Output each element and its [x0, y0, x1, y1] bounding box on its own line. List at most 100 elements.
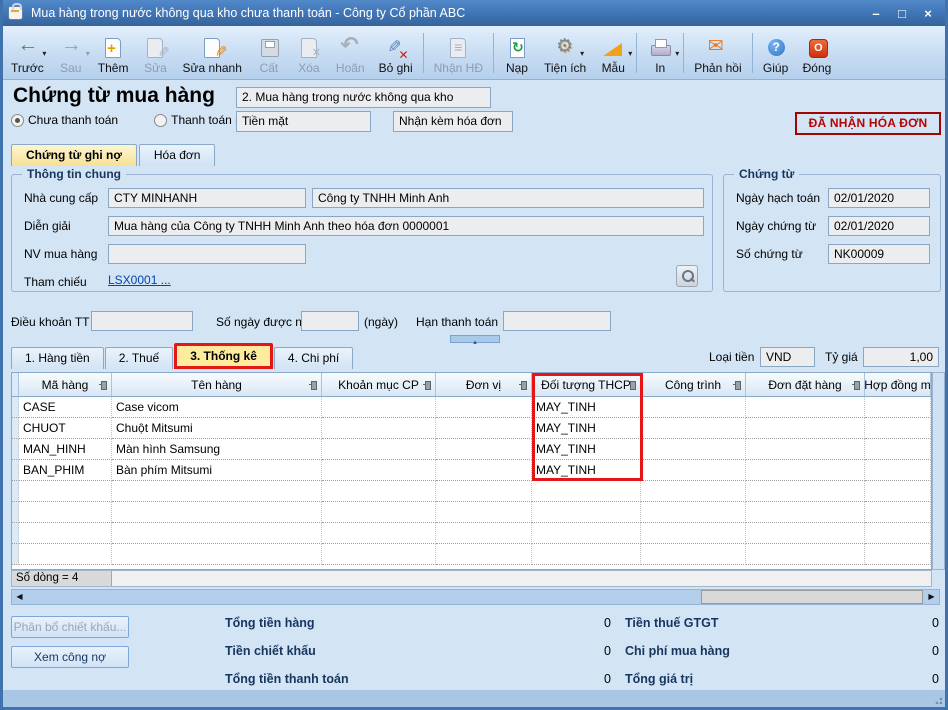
allocate-discount-button[interactable]: Phân bổ chiết khấu...: [11, 616, 129, 638]
table-row[interactable]: CHUOT Chuột Mitsumi MAY_TINH: [12, 418, 931, 439]
doc-no-field[interactable]: NK00009: [828, 244, 930, 264]
tab-expenses[interactable]: 4. Chi phí: [274, 347, 353, 369]
posting-date-field[interactable]: 02/01/2020: [828, 188, 930, 208]
toolbar-button-edit[interactable]: Sửa: [135, 28, 175, 78]
pin-icon[interactable]: [519, 381, 528, 389]
exchange-rate-field[interactable]: 1,00: [863, 347, 939, 367]
column-header-cong-trinh[interactable]: Công trình: [641, 373, 746, 397]
close-button[interactable]: ×: [920, 6, 936, 21]
pin-icon[interactable]: [423, 381, 432, 389]
reference-lookup-button[interactable]: [676, 265, 698, 287]
supplier-name-field[interactable]: Công ty TNHH Minh Anh: [312, 188, 704, 208]
resize-grip-icon[interactable]: [933, 695, 942, 704]
cell-ten-hang[interactable]: Case vicom: [112, 397, 322, 418]
toolbar-button-print[interactable]: ▾ In: [640, 28, 680, 78]
toolbar-button-quick-edit[interactable]: Sửa nhanh: [175, 28, 248, 78]
column-header-khoan-muc-cp[interactable]: Khoản mục CP: [322, 373, 436, 397]
pin-icon[interactable]: [852, 381, 861, 389]
toolbar-button-close-form[interactable]: Đóng: [796, 28, 839, 78]
scrollbar-thumb[interactable]: [701, 590, 923, 604]
toolbar-button-prev[interactable]: ▾ Trước: [4, 28, 51, 78]
cell-ma-hang[interactable]: CHUOT: [19, 418, 112, 439]
column-header-don-dat-hang[interactable]: Đơn đặt hàng: [746, 373, 865, 397]
column-header-doi-tuong-thcp[interactable]: Đối tượng THCP: [532, 373, 641, 397]
credit-days-field[interactable]: [301, 311, 359, 331]
tab-debit-document[interactable]: Chứng từ ghi nợ: [11, 144, 137, 166]
toolbar-button-reload[interactable]: Nạp: [497, 28, 537, 78]
chevron-down-icon[interactable]: ▾: [628, 49, 632, 58]
view-debt-button[interactable]: Xem công nợ: [11, 646, 129, 668]
empty-row[interactable]: [12, 544, 931, 565]
radio-unpaid[interactable]: Chưa thanh toán: [11, 113, 118, 127]
table-row[interactable]: BAN_PHIM Bàn phím Mitsumi MAY_TINH: [12, 460, 931, 481]
cell-doi-tuong-thcp[interactable]: MAY_TINH: [532, 439, 641, 460]
currency-field[interactable]: VND: [760, 347, 815, 367]
bottom-strip: [3, 690, 945, 707]
reference-link[interactable]: LSX0001 ...: [108, 273, 171, 287]
pin-icon[interactable]: [628, 381, 637, 389]
toolbar-button-receive-invoice[interactable]: Nhận HĐ: [427, 28, 490, 78]
description-field[interactable]: Mua hàng của Công ty TNHH Minh Anh theo …: [108, 216, 704, 236]
cell-ma-hang[interactable]: BAN_PHIM: [19, 460, 112, 481]
cell-doi-tuong-thcp[interactable]: MAY_TINH: [532, 397, 641, 418]
maximize-button[interactable]: □: [894, 6, 910, 21]
table-row[interactable]: MAN_HINH Màn hình Samsung MAY_TINH: [12, 439, 931, 460]
discount-label: Tiền chiết khấu: [225, 644, 316, 658]
toolbar-button-feedback[interactable]: Phản hồi: [687, 28, 748, 78]
description-label: Diễn giải: [24, 219, 71, 233]
tab-items-money[interactable]: 1. Hàng tiền: [11, 347, 104, 369]
pin-icon[interactable]: [309, 381, 318, 389]
minimize-button[interactable]: –: [868, 6, 884, 21]
scroll-right-arrow-icon[interactable]: ▶: [924, 590, 939, 604]
toolbar-button-postpone[interactable]: Hoãn: [329, 28, 372, 78]
cell-ten-hang[interactable]: Chuột Mitsumi: [112, 418, 322, 439]
chevron-down-icon[interactable]: ▾: [86, 49, 90, 58]
invoice-flag-field[interactable]: Nhận kèm hóa đơn: [393, 111, 513, 132]
toolbar-button-unrecord[interactable]: Bỏ ghi: [372, 28, 420, 78]
cell-ma-hang[interactable]: MAN_HINH: [19, 439, 112, 460]
cell-doi-tuong-thcp[interactable]: MAY_TINH: [532, 418, 641, 439]
table-row[interactable]: CASE Case vicom MAY_TINH: [12, 397, 931, 418]
toolbar-button-next[interactable]: ▾ Sau: [51, 28, 91, 78]
doc-date-field[interactable]: 02/01/2020: [828, 216, 930, 236]
column-header-don-vi[interactable]: Đơn vị: [436, 373, 532, 397]
toolbar: ▾ Trước ▾ Sau Thêm Sửa Sửa nhanh Cất Xóa…: [0, 26, 948, 80]
empty-row[interactable]: [12, 523, 931, 544]
cell-doi-tuong-thcp[interactable]: MAY_TINH: [532, 460, 641, 481]
tab-invoice[interactable]: Hóa đơn: [139, 144, 216, 166]
pin-icon[interactable]: [733, 381, 742, 389]
chevron-down-icon[interactable]: ▾: [675, 49, 679, 58]
cell-ten-hang[interactable]: Bàn phím Mitsumi: [112, 460, 322, 481]
doc-type-combo[interactable]: 2. Mua hàng trong nước không qua kho: [236, 87, 491, 108]
vertical-scrollbar[interactable]: [932, 372, 945, 570]
toolbar-button-template[interactable]: ▾ Mẫu: [593, 28, 633, 78]
toolbar-button-save[interactable]: Cất: [249, 28, 289, 78]
toolbar-button-utilities[interactable]: ▾ Tiện ích: [537, 28, 593, 78]
buyer-field[interactable]: [108, 244, 306, 264]
column-header-ma-hang[interactable]: Mã hàng: [19, 373, 112, 397]
exchange-rate-label: Tỷ giá: [825, 350, 858, 364]
chevron-down-icon[interactable]: ▾: [42, 49, 46, 58]
payment-terms-field[interactable]: [91, 311, 193, 331]
horizontal-scrollbar[interactable]: ◀ ▶: [11, 589, 940, 605]
due-date-field[interactable]: [503, 311, 611, 331]
toolbar-button-delete[interactable]: Xóa: [289, 28, 329, 78]
column-header-ten-hang[interactable]: Tên hàng: [112, 373, 322, 397]
tab-tax[interactable]: 2. Thuế: [105, 347, 173, 369]
column-header-hop-dong[interactable]: Hợp đồng m: [865, 373, 931, 397]
pin-icon[interactable]: [99, 381, 108, 389]
supplier-code-field[interactable]: CTY MINHANH: [108, 188, 306, 208]
collapse-splitter-button[interactable]: [450, 335, 500, 343]
toolbar-button-help[interactable]: Giúp: [756, 28, 796, 78]
toolbar-button-add[interactable]: Thêm: [91, 28, 136, 78]
cell-ten-hang[interactable]: Màn hình Samsung: [112, 439, 322, 460]
document-edit-quick-icon: [200, 36, 224, 60]
reference-more-link[interactable]: ...: [161, 273, 171, 287]
payment-method-field[interactable]: Tiền mặt: [236, 111, 371, 132]
chevron-down-icon[interactable]: ▾: [580, 49, 584, 58]
scroll-left-arrow-icon[interactable]: ◀: [12, 590, 27, 604]
empty-row[interactable]: [12, 502, 931, 523]
empty-row[interactable]: [12, 481, 931, 502]
cell-ma-hang[interactable]: CASE: [19, 397, 112, 418]
tab-statistics[interactable]: 3. Thống kê: [174, 343, 273, 369]
